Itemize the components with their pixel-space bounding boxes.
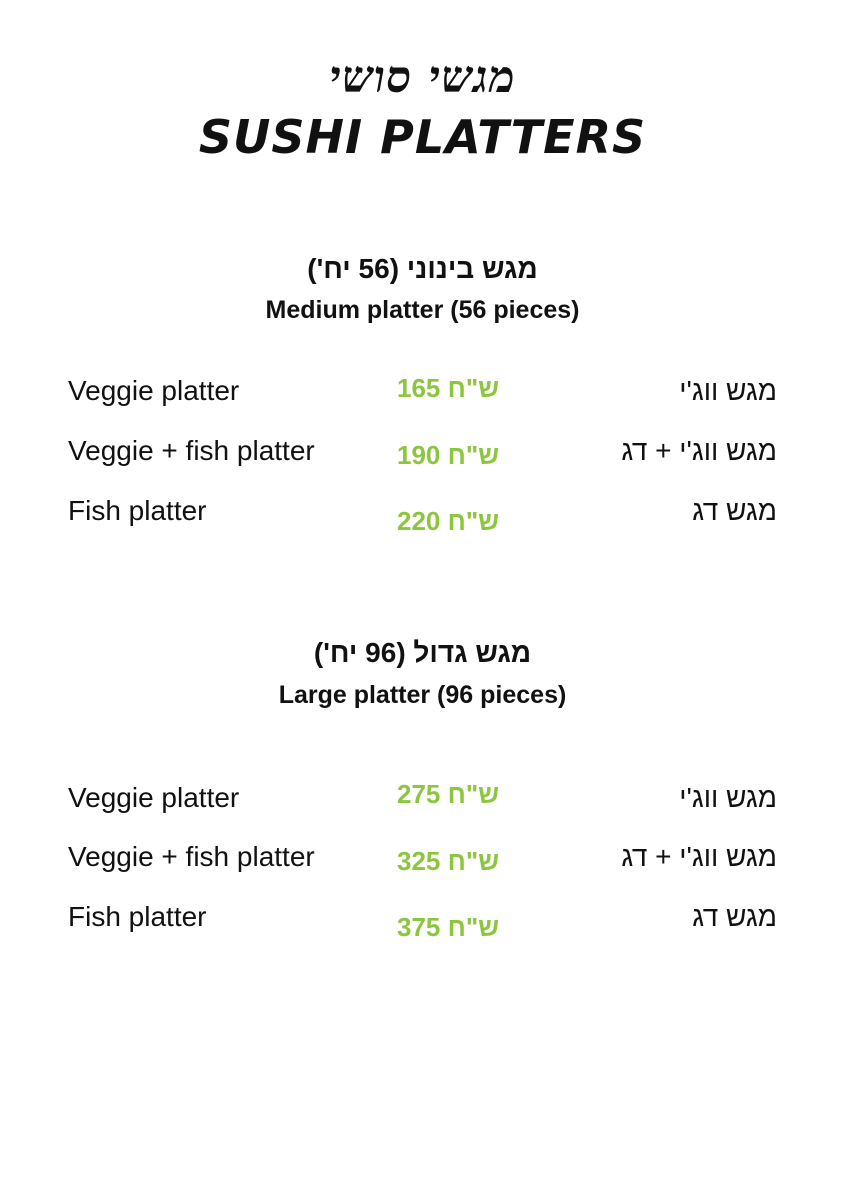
item-name-english: Veggie + fish platter: [68, 435, 315, 466]
item-price: 275 ש"ח: [397, 779, 500, 809]
menu-item-row: Veggie + fish platter 325 ש"ח מגש ווג'י …: [0, 839, 845, 879]
section-title-hebrew-large: מגש גדול (96 יח'): [313, 637, 532, 668]
item-name-hebrew: מגש דג: [692, 901, 777, 932]
item-name-english: Fish platter: [68, 901, 207, 932]
item-name-hebrew: מגש ווג'י + דג: [621, 435, 777, 466]
item-name-english: Veggie platter: [68, 375, 240, 406]
item-name-english: Fish platter: [68, 495, 207, 526]
menu-item-row: Fish platter 220 ש"ח מגש דג: [0, 493, 845, 536]
item-price: 325 ש"ח: [397, 846, 500, 876]
menu-title-english: SUSHI PLATTERS: [198, 110, 647, 164]
item-price: 375 ש"ח: [397, 912, 500, 942]
section-title-english-medium: Medium platter (56 pieces): [265, 296, 580, 324]
menu-item-row: Veggie + fish platter 190 ש"ח מגש ווג'י …: [0, 433, 845, 473]
menu-title-hebrew: מגשי סושי: [329, 52, 516, 103]
item-name-hebrew: מגש ווג'י + דג: [621, 841, 777, 872]
menu-item-row: Veggie platter 275 ש"ח מגש ווג'י: [0, 779, 845, 820]
section-title-hebrew-medium: מגש בינוני (56 יח'): [307, 253, 538, 284]
item-price: 165 ש"ח: [397, 373, 500, 403]
item-price: 190 ש"ח: [397, 440, 500, 470]
item-name-english: Veggie + fish platter: [68, 841, 315, 872]
menu-item-row: Fish platter 375 ש"ח מגש דג: [0, 899, 845, 942]
item-price: 220 ש"ח: [397, 506, 500, 536]
item-name-hebrew: מגש דג: [692, 495, 777, 526]
item-name-hebrew: מגש ווג'י: [679, 782, 777, 813]
item-name-english: Veggie platter: [68, 782, 240, 813]
section-title-english-large: Large platter (96 pieces): [278, 681, 567, 709]
item-name-hebrew: מגש ווג'י: [679, 375, 777, 406]
menu-item-row: Veggie platter 165 ש"ח מגש ווג'י: [0, 373, 845, 413]
